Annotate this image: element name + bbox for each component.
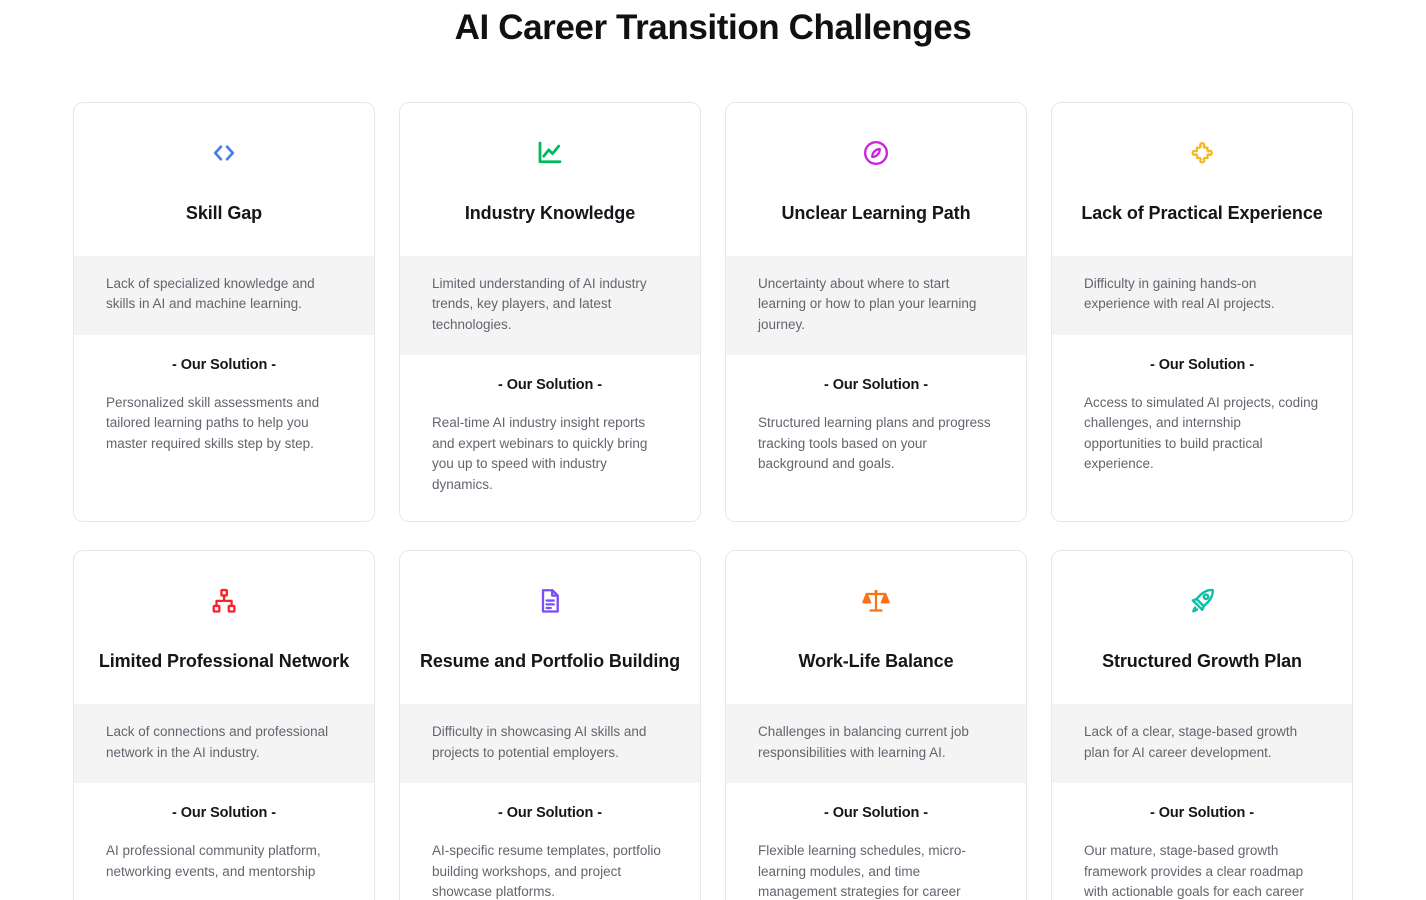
problem-text: Difficulty in gaining hands-on experienc… bbox=[1084, 275, 1275, 312]
problem-text: Lack of connections and professional net… bbox=[106, 724, 329, 760]
problem-band: Challenges in balancing current job resp… bbox=[726, 704, 1026, 784]
challenge-card[interactable]: Unclear Learning Path Uncertainty about … bbox=[725, 101, 1027, 523]
problem-band: Limited understanding of AI industry tre… bbox=[400, 255, 700, 356]
problem-band: Lack of specialized knowledge and skills… bbox=[74, 255, 374, 335]
card-title: Structured Growth Plan bbox=[1102, 651, 1302, 672]
challenge-card[interactable]: Limited Professional Network Lack of con… bbox=[73, 550, 375, 900]
challenge-card[interactable]: Industry Knowledge Limited understanding… bbox=[399, 101, 701, 523]
page-root: AI Career Transition Challenges Skill Ga… bbox=[0, 0, 1426, 900]
challenge-card[interactable]: Structured Growth Plan Lack of a clear, … bbox=[1051, 550, 1353, 900]
solution-label: - Our Solution - bbox=[1150, 805, 1254, 822]
code-icon bbox=[207, 136, 241, 170]
solution-label: - Our Solution - bbox=[824, 805, 928, 822]
solution-label: - Our Solution - bbox=[498, 377, 602, 394]
problem-text: Lack of a clear, stage-based growth plan… bbox=[1084, 724, 1298, 760]
solution-text: AI professional community platform, netw… bbox=[106, 843, 321, 879]
problem-band: Lack of connections and professional net… bbox=[74, 704, 374, 784]
card-header: Industry Knowledge bbox=[400, 103, 700, 256]
solution-label: - Our Solution - bbox=[172, 356, 276, 373]
solution-text: Our mature, stage-based growth framework… bbox=[1084, 843, 1304, 900]
solution-text: Flexible learning schedules, micro-learn… bbox=[758, 843, 966, 900]
card-header: Structured Growth Plan bbox=[1052, 551, 1352, 704]
challenge-card[interactable]: Resume and Portfolio Building Difficulty… bbox=[399, 550, 701, 900]
problem-text: Limited understanding of AI industry tre… bbox=[432, 275, 647, 332]
card-header: Work-Life Balance bbox=[726, 551, 1026, 704]
solution-label: - Our Solution - bbox=[172, 805, 276, 822]
document-icon bbox=[533, 584, 567, 618]
card-title: Resume and Portfolio Building bbox=[419, 651, 681, 672]
card-header: Lack of Practical Experience bbox=[1052, 103, 1352, 256]
solution-area: - Our Solution - Access to simulated AI … bbox=[1052, 334, 1352, 522]
scales-icon bbox=[859, 584, 893, 618]
card-header: Resume and Portfolio Building bbox=[400, 551, 700, 704]
solution-text: Real-time AI industry insight reports an… bbox=[432, 415, 648, 492]
solution-label: - Our Solution - bbox=[498, 805, 602, 822]
card-title: Industry Knowledge bbox=[464, 202, 636, 223]
card-title: Work-Life Balance bbox=[798, 651, 954, 672]
solution-text: Structured learning plans and progress t… bbox=[758, 415, 991, 472]
solution-text: AI-specific resume templates, portfolio … bbox=[432, 843, 661, 900]
challenge-card[interactable]: Lack of Practical Experience Difficulty … bbox=[1051, 101, 1353, 523]
solution-area: - Our Solution - Our mature, stage-based… bbox=[1052, 783, 1352, 900]
problem-band: Difficulty in gaining hands-on experienc… bbox=[1052, 255, 1352, 335]
card-title: Limited Professional Network bbox=[98, 651, 350, 672]
problem-band: Uncertainty about where to start learnin… bbox=[726, 255, 1026, 356]
problem-text: Challenges in balancing current job resp… bbox=[758, 724, 969, 760]
solution-area: - Our Solution - Real-time AI industry i… bbox=[400, 355, 700, 522]
solution-area: - Our Solution - AI-specific resume temp… bbox=[400, 783, 700, 900]
card-title: Skill Gap bbox=[185, 202, 263, 223]
solution-text: Personalized skill assessments and tailo… bbox=[106, 394, 320, 451]
solution-label: - Our Solution - bbox=[1150, 356, 1254, 373]
page-title: AI Career Transition Challenges bbox=[454, 8, 972, 47]
card-title: Lack of Practical Experience bbox=[1081, 202, 1323, 223]
rocket-icon bbox=[1185, 584, 1219, 618]
solution-area: - Our Solution - Personalized skill asse… bbox=[74, 334, 374, 522]
solution-area: - Our Solution - AI professional communi… bbox=[74, 783, 374, 900]
card-title: Unclear Learning Path bbox=[781, 202, 971, 223]
problem-text: Uncertainty about where to start learnin… bbox=[758, 275, 977, 332]
problem-band: Difficulty in showcasing AI skills and p… bbox=[400, 704, 700, 784]
card-header: Limited Professional Network bbox=[74, 551, 374, 704]
challenge-card[interactable]: Work-Life Balance Challenges in balancin… bbox=[725, 550, 1027, 900]
problem-band: Lack of a clear, stage-based growth plan… bbox=[1052, 704, 1352, 784]
solution-area: - Our Solution - Flexible learning sched… bbox=[726, 783, 1026, 900]
problem-text: Difficulty in showcasing AI skills and p… bbox=[432, 724, 647, 760]
problem-text: Lack of specialized knowledge and skills… bbox=[106, 275, 315, 312]
solution-text: Access to simulated AI projects, coding … bbox=[1084, 394, 1319, 472]
network-icon bbox=[207, 584, 241, 618]
compass-icon bbox=[859, 136, 893, 170]
solution-area: - Our Solution - Structured learning pla… bbox=[726, 355, 1026, 522]
card-header: Skill Gap bbox=[74, 103, 374, 256]
puzzle-icon bbox=[1185, 136, 1219, 170]
solution-label: - Our Solution - bbox=[824, 377, 928, 394]
challenge-card-grid: Skill Gap Lack of specialized knowledge … bbox=[0, 101, 1426, 900]
challenge-card[interactable]: Skill Gap Lack of specialized knowledge … bbox=[73, 101, 375, 523]
line-chart-icon bbox=[533, 136, 567, 170]
card-header: Unclear Learning Path bbox=[726, 103, 1026, 256]
